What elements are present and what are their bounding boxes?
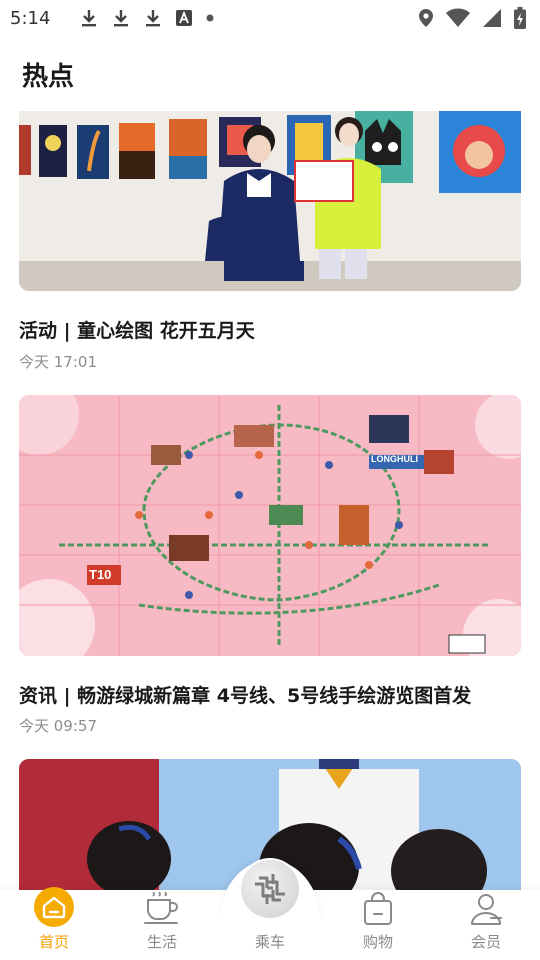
download-icon: [112, 8, 130, 28]
nav-label[interactable]: 购物: [363, 931, 393, 952]
dot-icon: [206, 14, 214, 22]
status-left: 5:14: [10, 8, 214, 29]
nav-label[interactable]: 首页: [39, 931, 69, 952]
status-right: [418, 7, 526, 29]
nav-home[interactable]: 首页: [0, 887, 108, 960]
a-icon: [176, 10, 193, 26]
map-badge: T10: [89, 567, 112, 582]
card-title[interactable]: 资讯 | 畅游绿城新篇章 4号线、5号线手绘游览图首发: [19, 681, 471, 708]
download-icon: [144, 8, 162, 28]
wifi-icon: [446, 8, 470, 28]
card-image-metro-map[interactable]: T10 LONGHULI: [19, 395, 521, 656]
coffee-cup-icon[interactable]: [142, 890, 182, 927]
nav-label[interactable]: 会员: [471, 931, 501, 952]
news-card[interactable]: 活动 | 童心绘图 花开五月天 今天 17:01: [19, 111, 521, 381]
status-time: 5:14: [10, 7, 51, 29]
status-bar: 5:14: [0, 0, 540, 36]
nav-shopping[interactable]: 购物: [324, 890, 432, 960]
bottom-nav: 首页 生活 乘车 购物 会员: [0, 858, 540, 960]
nav-life[interactable]: 生活: [108, 890, 216, 960]
page-title: 热点: [22, 62, 75, 92]
nav-label[interactable]: 生活: [147, 931, 177, 952]
metro-ride-button[interactable]: [239, 858, 301, 920]
location-icon: [418, 8, 434, 28]
news-feed[interactable]: 活动 | 童心绘图 花开五月天 今天 17:01 T10 LONGHULI 资讯…: [0, 111, 540, 891]
card-time: 今天 17:01: [19, 353, 97, 371]
home-icon[interactable]: [34, 887, 74, 927]
nav-member[interactable]: 会员: [432, 890, 540, 960]
card-image-gallery-photo[interactable]: [19, 111, 521, 291]
signal-icon: [482, 8, 502, 28]
download-icon: [80, 8, 98, 28]
nav-label[interactable]: 乘车: [255, 931, 285, 952]
card-title[interactable]: 活动 | 童心绘图 花开五月天: [19, 316, 255, 343]
news-card[interactable]: T10 LONGHULI 资讯 | 畅游绿城新篇章 4号线、5号线手绘游览图首发…: [19, 395, 521, 740]
metro-logo-icon[interactable]: [241, 860, 299, 918]
card-time: 今天 09:57: [19, 717, 97, 735]
map-station-label: LONGHULI: [371, 454, 418, 464]
battery-icon: [514, 7, 526, 29]
shopping-bag-icon[interactable]: [358, 890, 398, 927]
user-icon[interactable]: [466, 890, 506, 927]
